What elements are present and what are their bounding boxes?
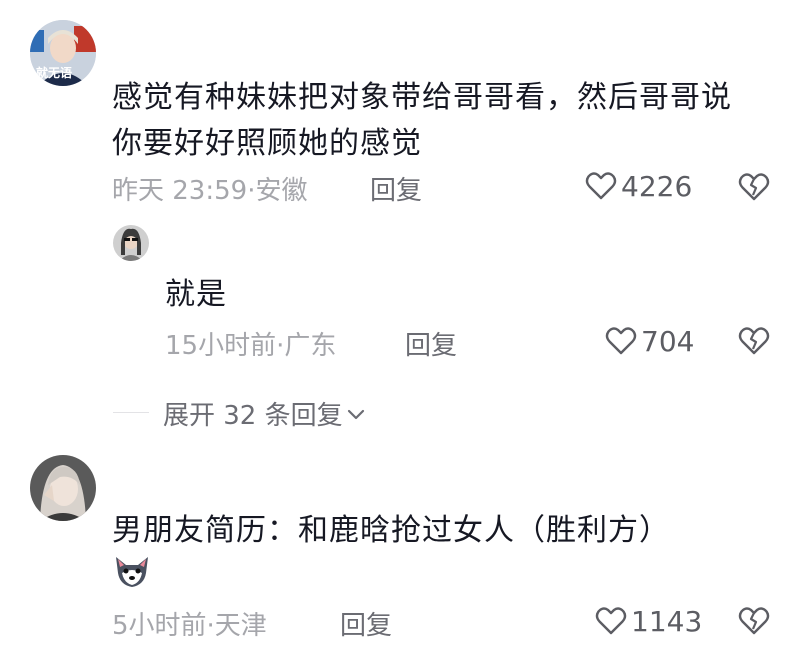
comment-time-location: 昨天 23:59·安徽 — [112, 176, 308, 206]
reply-button[interactable]: 回复 — [340, 605, 392, 642]
like-count: 704 — [641, 324, 695, 358]
broken-heart-icon[interactable] — [738, 606, 770, 636]
heart-icon — [605, 326, 637, 356]
reply-avatar[interactable] — [113, 225, 149, 261]
like-button[interactable]: 704 — [605, 323, 694, 359]
like-count: 1143 — [631, 604, 703, 638]
comment-text[interactable]: 男朋友简历：和鹿晗抢过女人（胜利方） — [112, 508, 772, 554]
divider — [113, 412, 149, 413]
reply-time-location: 15小时前·广东 — [165, 331, 337, 361]
heart-icon — [585, 171, 617, 201]
expand-replies-button[interactable]: 展开 32 条回复 — [163, 395, 365, 432]
comment-text[interactable]: 感觉有种妹妹把对象带给哥哥看，然后哥哥说你要好好照顾她的感觉 — [112, 75, 757, 167]
comment-avatar[interactable] — [30, 455, 96, 521]
like-button[interactable]: 1143 — [595, 603, 702, 639]
comment-avatar[interactable]: 就无语 — [30, 20, 96, 86]
expand-replies-label: 展开 32 条回复 — [163, 401, 343, 431]
comment-time-location: 5小时前·天津 — [112, 611, 267, 641]
reply-text[interactable]: 就是 — [165, 272, 227, 318]
like-count: 4226 — [621, 169, 693, 203]
avatar-caption: 就无语 — [36, 66, 73, 80]
reply-button[interactable]: 回复 — [405, 325, 457, 362]
broken-heart-icon[interactable] — [738, 172, 770, 202]
reply-button[interactable]: 回复 — [370, 170, 422, 207]
chevron-down-icon — [347, 407, 365, 421]
heart-icon — [595, 606, 627, 636]
broken-heart-icon[interactable] — [738, 326, 770, 356]
like-button[interactable]: 4226 — [585, 168, 692, 204]
wolf-emoji — [112, 553, 152, 589]
